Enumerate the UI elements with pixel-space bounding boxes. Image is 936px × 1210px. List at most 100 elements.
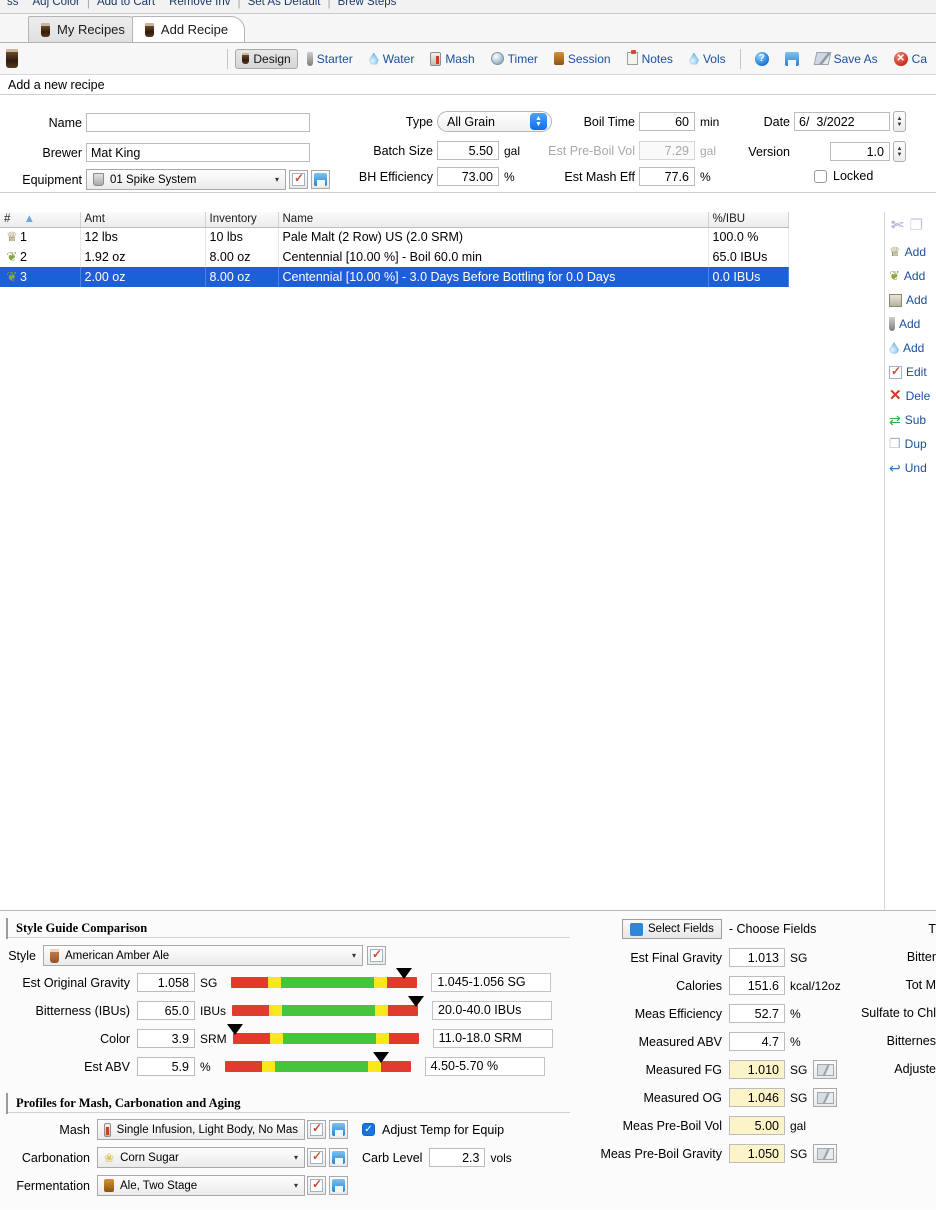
- toolbar-button-help[interactable]: ?: [748, 49, 776, 69]
- corn-sugar-icon: ❀: [104, 1150, 115, 1165]
- rail-add-misc[interactable]: Add: [885, 288, 936, 312]
- toolbar-button-vols[interactable]: Vols: [682, 49, 733, 69]
- rail-undo[interactable]: ↩ Und: [885, 456, 936, 480]
- rail-add-grain[interactable]: ♕ Add: [885, 240, 936, 264]
- column-header-num[interactable]: # ▲: [0, 212, 81, 228]
- rail-duplicate[interactable]: ❐ Dup: [885, 432, 936, 456]
- table-row[interactable]: ♕ 1 12 lbs 10 lbs Pale Malt (2 Row) US (2…: [0, 227, 789, 247]
- carbonation-check-button[interactable]: [307, 1148, 326, 1167]
- cell-amt: 12 lbs: [80, 227, 206, 247]
- row-value[interactable]: [729, 1060, 785, 1079]
- toolbar-button-session[interactable]: Session: [547, 49, 618, 69]
- est-mash-eff-input[interactable]: [639, 167, 695, 186]
- row-value[interactable]: [729, 976, 785, 995]
- brewer-input[interactable]: [86, 143, 310, 162]
- select-fields-button[interactable]: Select Fields: [622, 919, 722, 939]
- version-input[interactable]: [830, 142, 890, 161]
- fermentation-picker[interactable]: Ale, Two Stage ▾: [97, 1175, 305, 1196]
- column-header-name[interactable]: Name: [278, 212, 709, 228]
- column-header-inventory[interactable]: Inventory: [205, 212, 279, 228]
- fermentation-save-button[interactable]: [329, 1176, 348, 1195]
- row-range: 1.045-1.056 SG: [431, 973, 552, 992]
- cell-num: ♕ 1: [0, 227, 81, 247]
- toolbar-button-save[interactable]: [778, 49, 806, 69]
- bh-efficiency-input[interactable]: [437, 167, 499, 186]
- column-header-amt[interactable]: Amt: [80, 212, 206, 228]
- row-value[interactable]: [729, 1032, 785, 1051]
- hydrometer-button[interactable]: [813, 1144, 838, 1163]
- equipment-check-button[interactable]: [289, 170, 308, 189]
- toolbar-button-save-as[interactable]: Save As: [808, 49, 885, 69]
- range-marker: [408, 996, 425, 1007]
- boil-time-unit: min: [700, 114, 720, 129]
- tab-add-recipe[interactable]: Add Recipe: [131, 16, 246, 42]
- toolbar-button-mash[interactable]: Mash: [423, 49, 481, 69]
- tab-my-recipes[interactable]: My Recipes: [28, 16, 142, 42]
- column-header-pct-ibu[interactable]: %/IBU: [708, 212, 789, 228]
- date-stepper[interactable]: ▲ ▼: [893, 111, 906, 132]
- cell-inventory: 8.00 oz: [205, 247, 279, 267]
- rail-cut-button[interactable]: ✄ ❐: [885, 212, 936, 240]
- menu-item-4[interactable]: Set As Default: [241, 0, 328, 8]
- rail-add-hop[interactable]: ❦ Add: [885, 264, 936, 288]
- date-input[interactable]: [794, 112, 890, 131]
- row-value[interactable]: [729, 1144, 785, 1163]
- toolbar-button-water[interactable]: Water: [362, 49, 422, 69]
- carbonation-save-button[interactable]: [329, 1148, 348, 1167]
- boil-time-input[interactable]: [639, 112, 695, 131]
- row-value[interactable]: [137, 1001, 195, 1020]
- divider: [8, 1112, 570, 1113]
- carbonation-picker[interactable]: ❀ Corn Sugar ▾: [97, 1147, 305, 1168]
- field-row-measured-abv: Measured ABV %: [580, 1032, 801, 1051]
- table-row[interactable]: ❦ 2 1.92 oz 8.00 oz Centennial [10.00 %] …: [0, 247, 789, 267]
- toolbar-button-design[interactable]: Design: [235, 48, 298, 69]
- row-value[interactable]: [137, 973, 195, 992]
- fermentation-check-button[interactable]: [307, 1176, 326, 1195]
- rail-label: Sub: [904, 413, 927, 427]
- field-row-measured-fg: Measured FG SG: [580, 1060, 838, 1079]
- menu-item-5[interactable]: Brew Steps: [331, 0, 404, 8]
- table-row[interactable]: ❦ 3 2.00 oz 8.00 oz Centennial [10.00 %] …: [0, 267, 789, 287]
- row-value[interactable]: [729, 1088, 785, 1107]
- carb-level-input[interactable]: [429, 1148, 486, 1167]
- equipment-picker[interactable]: 01 Spike System ▾: [86, 169, 286, 190]
- locked-checkbox[interactable]: [814, 169, 827, 183]
- menu-item-1[interactable]: Adj Color: [26, 0, 87, 8]
- menu-item-3[interactable]: Remove Inv: [162, 0, 237, 8]
- menu-item-2[interactable]: Add to Cart: [90, 0, 162, 8]
- row-value[interactable]: [729, 1004, 785, 1023]
- equipment-save-button[interactable]: [311, 170, 330, 189]
- hydrometer-icon: [816, 1063, 834, 1076]
- toolbar-button-starter[interactable]: Starter: [300, 49, 360, 69]
- rail-edit[interactable]: Edit: [885, 360, 936, 384]
- rail-add-yeast[interactable]: Add: [885, 312, 936, 336]
- mash-picker[interactable]: Single Infusion, Light Body, No Mas: [97, 1119, 305, 1140]
- clipped-menu-bar[interactable]: ss Adj Color | Add to Cart Remove Inv | …: [0, 0, 936, 14]
- type-select[interactable]: All Grain ▲ ▼: [437, 111, 552, 132]
- toolbar-button-cancel[interactable]: ✕ Ca: [887, 49, 934, 69]
- version-stepper[interactable]: ▲ ▼: [893, 141, 906, 162]
- style-picker[interactable]: American Amber Ale ▾: [43, 945, 363, 966]
- row-value[interactable]: [137, 1057, 195, 1076]
- row-value[interactable]: [729, 948, 785, 967]
- row-label: Meas Efficiency: [634, 1006, 722, 1021]
- style-label: Style: [8, 948, 36, 963]
- menu-item-0[interactable]: ss: [0, 0, 26, 8]
- toolbar-button-notes[interactable]: Notes: [620, 49, 680, 69]
- rail-delete[interactable]: ✕ Dele: [885, 384, 936, 408]
- adjust-temp-checkbox[interactable]: ✓: [362, 1123, 375, 1136]
- toolbar-button-timer[interactable]: Timer: [484, 49, 545, 69]
- mash-save-button[interactable]: [329, 1120, 348, 1139]
- hydrometer-button[interactable]: [813, 1060, 838, 1079]
- hydrometer-button[interactable]: [813, 1088, 838, 1107]
- mash-check-button[interactable]: [307, 1120, 326, 1139]
- rail-add-water[interactable]: Add: [885, 336, 936, 360]
- name-input[interactable]: [86, 113, 310, 132]
- rail-substitute[interactable]: ⇄ Sub: [885, 408, 936, 432]
- row-value[interactable]: [729, 1116, 785, 1135]
- range-bar: [224, 1052, 411, 1072]
- batch-size-input[interactable]: [437, 141, 499, 160]
- style-check-button[interactable]: [367, 946, 386, 965]
- fermenter-icon: [104, 1179, 114, 1192]
- row-value[interactable]: [137, 1029, 195, 1048]
